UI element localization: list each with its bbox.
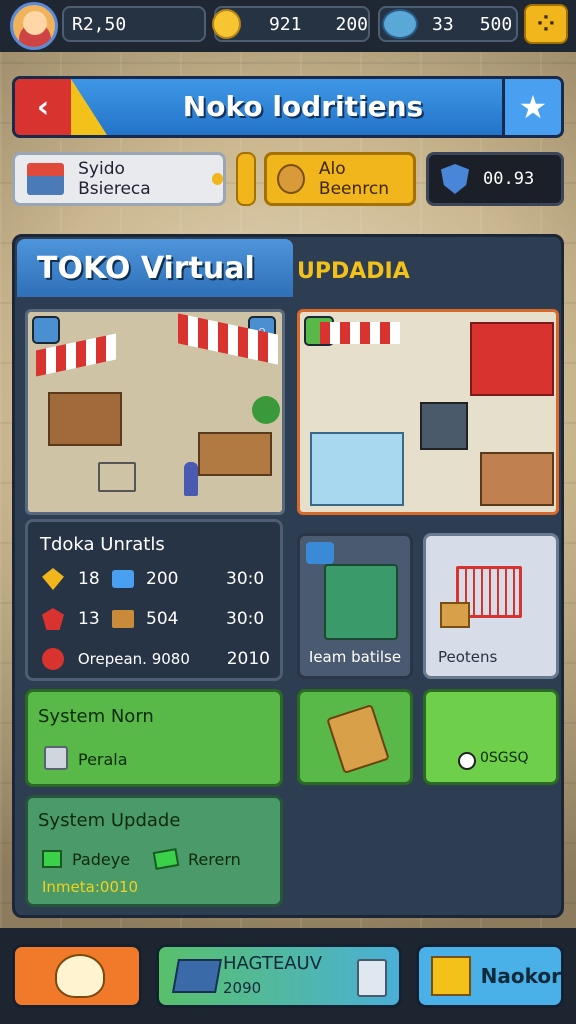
mascot-icon (55, 954, 105, 998)
stats-row-3-c: 2010 (226, 649, 270, 669)
gold-gem-icon (42, 568, 64, 590)
printer-icon (44, 746, 68, 770)
hagteauv-title: HAGTEAUV (223, 953, 323, 974)
parcel-icon (440, 602, 470, 628)
stock-value-b: 500 (479, 13, 513, 35)
gift-box-icon (431, 956, 471, 996)
system-norn-card[interactable]: System Norn Perala (25, 689, 283, 787)
star-icon: ★ (518, 88, 548, 126)
back-button[interactable]: ‹ (15, 79, 107, 135)
system-update-item-b: Rerern (188, 850, 241, 869)
plant (252, 396, 280, 424)
page-title: Noko lodritiens (182, 90, 424, 123)
item-card-cart[interactable]: Peotens (423, 533, 559, 679)
mascot-button[interactable] (12, 944, 142, 1008)
system-norn-title: System Norn (38, 706, 154, 727)
stats-row-2-b: 504 (146, 609, 179, 629)
pie-icon (277, 164, 305, 194)
top-bar: R2,50 921 200 33 500 ⁘ (0, 0, 576, 52)
action-label: Alo Beenrcn (318, 159, 390, 199)
system-update-card[interactable]: System Updade Padeye Rerern Inmeta:0010 (25, 795, 283, 907)
shield-icon (441, 164, 469, 194)
tab-updadia[interactable]: UPDADIA (297, 259, 410, 284)
gem-value-b: 200 (335, 13, 368, 35)
stats-row-2: 13 504 30:0 (42, 604, 270, 634)
item-card-trash-label: Ieam batilse (308, 648, 402, 666)
jug-icon (357, 959, 387, 997)
machine (420, 402, 468, 450)
hagteauv-button[interactable]: HAGTEAUV 2090 (156, 944, 402, 1008)
cart (98, 462, 136, 492)
stats-row-1-b: 200 (146, 569, 179, 589)
stats-row-3: Orepean. 9080 2010 (42, 644, 270, 674)
red-gem-icon (42, 608, 64, 630)
naokor-button[interactable]: Naokor (416, 944, 564, 1008)
cash-value: R2,50 (72, 13, 127, 35)
shield-value: 00.93 (483, 169, 535, 189)
favorite-button[interactable]: ★ (502, 79, 561, 135)
menu-button[interactable]: ⁘ (524, 4, 568, 44)
crate-stack (480, 452, 554, 506)
bag-tile[interactable] (297, 689, 413, 785)
main-panel: TOKO Virtual UPDADIA ⌕ Tdoka Unratls 18 … (12, 234, 564, 918)
info-dot-icon (211, 173, 224, 185)
green-square-icon (42, 850, 62, 868)
cash-stack-icon (152, 848, 180, 870)
system-update-item-a: Padeye (72, 850, 131, 869)
stats-row-2-c: 30:0 (226, 609, 265, 629)
store-scene-left[interactable]: ⌕ (25, 309, 285, 515)
stats-card: Tdoka Unratls 18 200 30:0 13 504 30:0 Or… (25, 519, 283, 681)
display-case (310, 432, 404, 506)
title-bar: ‹ Noko lodritiens ★ (12, 76, 564, 138)
stats-row-1-a: 18 (78, 569, 100, 589)
stats-title: Tdoka Unratls (40, 534, 165, 555)
qr-tile[interactable]: 0SGSQ (423, 689, 559, 785)
stats-row-1: 18 200 30:0 (42, 564, 270, 594)
store-scene-right[interactable] (297, 309, 559, 515)
cash-counter: R2,50 (62, 6, 206, 42)
store-info-button[interactable]: Syido Bsiereca (12, 152, 226, 206)
awning-back (320, 322, 400, 344)
gem-counter: 921 200 (212, 6, 370, 42)
store-info-label: Syido Bsiereca (78, 159, 151, 199)
stock-value-a: 33 (432, 13, 454, 35)
grid-icon: ⁘ (536, 11, 556, 37)
shop-icon (382, 9, 418, 39)
qr-tile-label: 0SGSQ (480, 750, 529, 766)
shield-counter: 00.93 (426, 152, 564, 206)
action-button[interactable]: Alo Beenrcn (264, 152, 416, 206)
gem-value-a: 921 (268, 13, 302, 35)
shopkeeper (184, 462, 198, 496)
system-norn-item: Perala (78, 750, 128, 769)
tab-toko-virtual[interactable]: TOKO Virtual (17, 239, 293, 297)
info-icon (458, 752, 476, 770)
globe-icon (32, 316, 60, 344)
laptop-icon (172, 959, 222, 993)
medal-icon (42, 648, 64, 670)
box-icon (112, 610, 134, 628)
stats-row-2-a: 13 (78, 609, 100, 629)
divider-handle (236, 152, 256, 206)
player-avatar[interactable] (10, 2, 58, 50)
cash-icon (112, 570, 134, 588)
store-icon (27, 163, 65, 195)
stock-counter: 33 500 (378, 6, 518, 42)
storefront (470, 322, 554, 396)
counter (198, 432, 272, 476)
system-update-title: System Updade (38, 810, 181, 831)
shelf (48, 392, 122, 446)
coin-icon (212, 9, 241, 39)
bottom-bar: HAGTEAUV 2090 Naokor (0, 928, 576, 1024)
stats-row-1-c: 30:0 (226, 569, 265, 589)
item-card-icon (306, 542, 334, 564)
bag-icon (326, 704, 390, 774)
back-arrow-icon: ‹ (36, 89, 50, 125)
stats-row-3-a: Orepean. 9080 (77, 650, 190, 668)
hagteauv-sub: 2090 (223, 979, 262, 997)
system-update-footer: Inmeta:0010 (42, 878, 139, 896)
item-card-trash[interactable]: Ieam batilse (297, 533, 413, 679)
naokor-label: Naokor (480, 964, 561, 988)
green-bin-icon (324, 564, 398, 640)
item-card-cart-label: Peotens (438, 648, 498, 666)
